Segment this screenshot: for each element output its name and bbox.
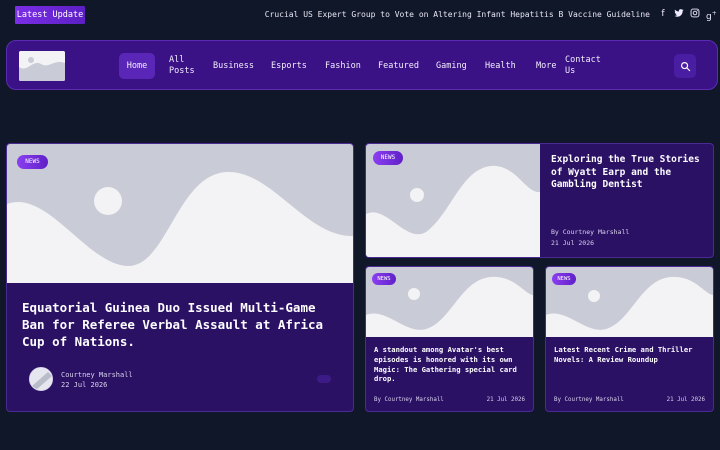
nav-item-all-posts[interactable]: All Posts [169,53,203,79]
latest-update-badge[interactable]: Latest Update [15,6,85,24]
social-links: f g+ [658,8,717,22]
post-author[interactable]: By Courtney Marshall [551,228,629,237]
post-card[interactable]: NEWS Exploring the True Stories of Wyatt… [365,143,714,258]
post-card[interactable]: NEWS Latest Recent Crime and Thriller No… [545,266,714,412]
nav-item-esports[interactable]: Esports [271,53,307,79]
post-card[interactable]: NEWS A standout among Avatar's best epis… [365,266,534,412]
post-image-placeholder [7,144,353,283]
twitter-icon[interactable] [674,8,684,20]
post-author[interactable]: Courtney Marshall [61,371,133,380]
category-badge[interactable]: NEWS [372,273,396,285]
bookmark-icon[interactable] [317,375,331,383]
nav-item-health[interactable]: Health [485,53,516,79]
nav-item-fashion[interactable]: Fashion [325,53,361,79]
category-badge[interactable]: NEWS [552,273,576,285]
search-button[interactable] [674,54,696,78]
post-title[interactable]: Equatorial Guinea Duo Issued Multi-Game … [22,299,344,350]
main-navbar: Home All Posts Business Esports Fashion … [6,40,718,90]
post-title[interactable]: Latest Recent Crime and Thriller Novels:… [554,345,709,365]
post-author[interactable]: By Courtney Marshall [374,396,444,405]
nav-item-featured[interactable]: Featured [378,53,419,79]
nav-item-business[interactable]: Business [213,53,254,79]
top-bar: Latest Update Crucial US Expert Group to… [0,0,720,30]
nav-item-more[interactable]: More [536,53,556,79]
post-title[interactable]: A standout among Avatar's best episodes … [374,345,529,384]
author-avatar[interactable] [29,367,53,391]
post-title[interactable]: Exploring the True Stories of Wyatt Earp… [551,154,706,192]
category-badge[interactable]: NEWS [373,151,403,165]
nav-item-gaming[interactable]: Gaming [436,53,467,79]
facebook-icon[interactable]: f [658,8,668,20]
post-date: 22 Jul 2026 [61,381,108,389]
google-plus-icon[interactable]: g+ [706,8,717,22]
post-date: 21 Jul 2026 [551,239,595,247]
nav-item-contact-us[interactable]: Contact Us [565,53,605,79]
search-icon [680,61,690,71]
site-logo[interactable] [19,51,65,81]
post-date: 21 Jul 2026 [486,397,525,403]
instagram-icon[interactable] [690,8,700,20]
nav-item-home[interactable]: Home [119,53,155,79]
featured-post-card[interactable]: NEWS Equatorial Guinea Duo Issued Multi-… [6,143,354,412]
post-date: 21 Jul 2026 [666,397,705,403]
news-ticker-headline[interactable]: Crucial US Expert Group to Vote on Alter… [250,8,650,22]
category-badge[interactable]: NEWS [17,155,48,169]
post-author[interactable]: By Courtney Marshall [554,396,624,405]
